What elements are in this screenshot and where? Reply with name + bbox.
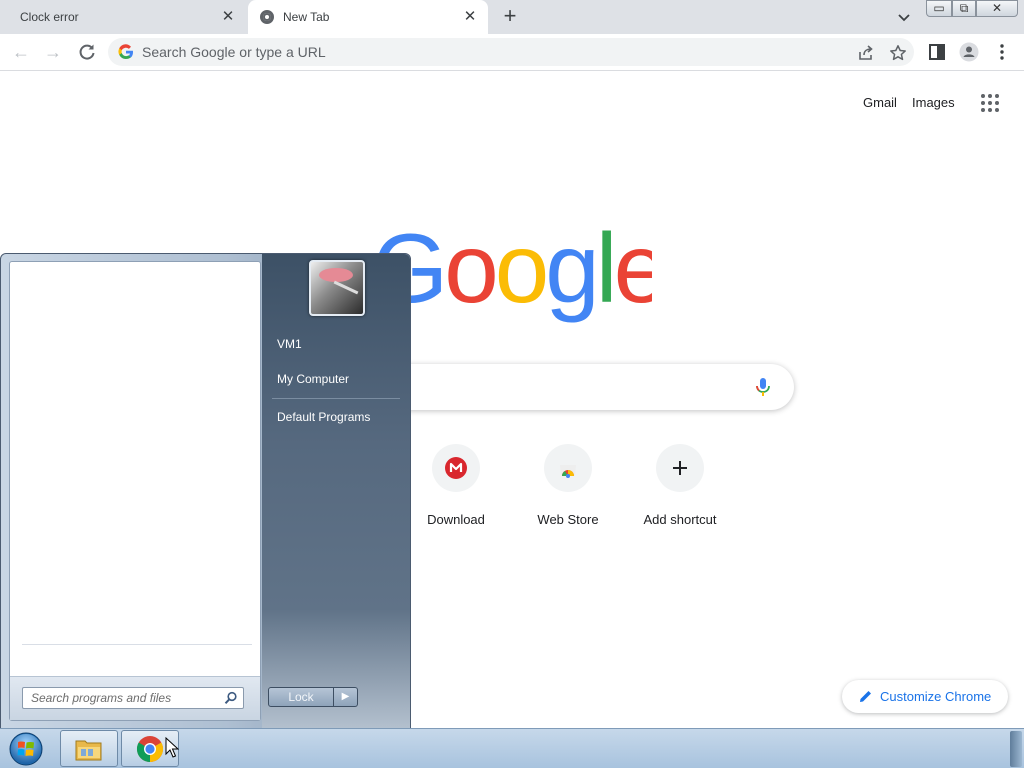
- add-shortcut-button[interactable]: Add shortcut: [624, 444, 736, 534]
- start-menu-programs-pane: Search programs and files: [9, 261, 261, 721]
- taskbar-explorer-button[interactable]: [60, 730, 118, 767]
- bookmark-star-icon[interactable]: [889, 44, 907, 62]
- mega-icon: [445, 457, 467, 479]
- kebab-menu-icon[interactable]: [992, 42, 1012, 62]
- search-programs-input[interactable]: Search programs and files: [22, 687, 244, 709]
- tab-strip: Clock error ✕ New Tab ✕ + ▭ ⧉ ✕: [0, 0, 1024, 34]
- gmail-link[interactable]: Gmail: [863, 95, 897, 110]
- minimize-icon: ▭: [933, 1, 945, 15]
- window-controls: ▭ ⧉ ✕: [926, 0, 1018, 18]
- side-panel-icon[interactable]: [927, 42, 947, 62]
- omnibox-placeholder: Search Google or type a URL: [142, 44, 326, 60]
- search-placeholder: Search programs and files: [31, 691, 172, 705]
- start-item-vm1[interactable]: VM1: [277, 337, 302, 351]
- shortcut-tile: [544, 444, 592, 492]
- shortcut-label: Web Store: [537, 512, 599, 527]
- start-item-default-programs[interactable]: Default Programs: [277, 410, 370, 424]
- svg-text:Google: Google: [372, 226, 652, 323]
- plus-icon: [673, 461, 687, 475]
- tab-search-icon[interactable]: [894, 7, 914, 27]
- maximize-button[interactable]: ⧉: [952, 0, 976, 17]
- tab-title: New Tab: [283, 10, 330, 24]
- customize-chrome-button[interactable]: Customize Chrome: [842, 680, 1008, 713]
- google-logo: Google: [372, 226, 652, 323]
- restore-icon: ⧉: [959, 1, 969, 15]
- start-item-my-computer[interactable]: My Computer: [277, 372, 349, 386]
- minimize-button[interactable]: ▭: [926, 0, 952, 17]
- profile-avatar-icon[interactable]: [959, 42, 979, 62]
- close-tab-icon[interactable]: ✕: [462, 9, 478, 25]
- taskbar: [0, 728, 1024, 768]
- record-picture: [319, 268, 353, 282]
- share-icon[interactable]: [857, 44, 875, 62]
- search-icon[interactable]: [224, 691, 238, 705]
- start-menu: Search programs and files VM1 My Compute…: [0, 253, 411, 729]
- shortcut-label: Add shortcut: [643, 512, 717, 527]
- browser-toolbar: ← → Search Google or type a URL: [0, 34, 1024, 71]
- close-window-button[interactable]: ✕: [976, 0, 1018, 17]
- tonearm-picture: [333, 280, 359, 295]
- images-link[interactable]: Images: [912, 95, 955, 110]
- shortcut-tile: [656, 444, 704, 492]
- show-desktop-button[interactable]: [1010, 731, 1022, 767]
- folder-icon: [75, 740, 102, 761]
- shortcut-web-store[interactable]: Web Store: [512, 444, 624, 534]
- google-g-icon: [118, 44, 133, 60]
- start-menu-places-pane: VM1 My Computer Default Programs Lock ▶: [262, 254, 410, 728]
- forward-arrow-icon[interactable]: →: [42, 41, 64, 63]
- close-tab-icon[interactable]: ✕: [220, 9, 236, 25]
- tab-clock-error[interactable]: Clock error ✕: [0, 0, 246, 34]
- close-icon: ✕: [991, 1, 1003, 15]
- chrome-icon: [136, 736, 164, 763]
- shutdown-options-arrow-icon[interactable]: ▶: [334, 687, 358, 707]
- start-menu-search-area: Search programs and files: [10, 676, 260, 720]
- microphone-icon[interactable]: [752, 376, 774, 398]
- shortcut-label: Download: [427, 512, 485, 527]
- shortcut-download[interactable]: Download: [400, 444, 512, 534]
- shortcut-tile: [432, 444, 480, 492]
- windows-start-orb-icon[interactable]: [6, 731, 46, 767]
- pencil-icon: [860, 691, 871, 702]
- chrome-web-store-icon: [560, 465, 576, 478]
- divider: [22, 644, 252, 645]
- divider: [272, 398, 400, 399]
- chrome-favicon-icon: [260, 10, 274, 24]
- lock-button[interactable]: Lock: [268, 687, 334, 707]
- tab-title: Clock error: [20, 10, 79, 24]
- reload-icon[interactable]: [76, 41, 98, 63]
- mouse-cursor-icon: [165, 737, 179, 758]
- back-arrow-icon[interactable]: ←: [10, 41, 32, 63]
- user-avatar[interactable]: [309, 260, 365, 316]
- google-apps-icon[interactable]: [981, 94, 999, 112]
- tab-new-tab[interactable]: New Tab ✕: [248, 0, 488, 34]
- omnibox[interactable]: Search Google or type a URL: [108, 38, 914, 66]
- customize-chrome-label: Customize Chrome: [880, 689, 992, 704]
- new-tab-button[interactable]: +: [498, 5, 522, 29]
